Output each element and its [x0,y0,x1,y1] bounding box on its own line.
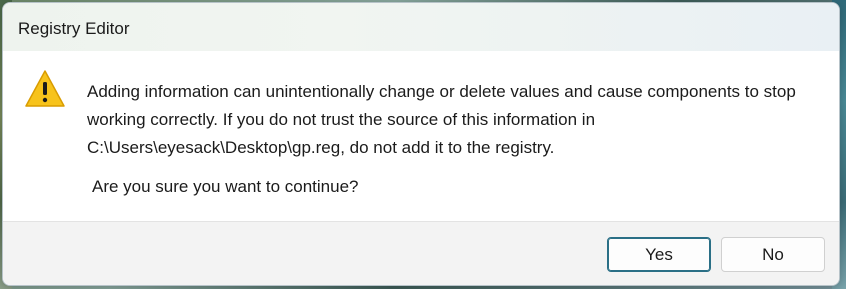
registry-editor-dialog: Registry Editor Adding information can u… [2,2,840,286]
title-bar[interactable]: Registry Editor [3,3,839,51]
confirmation-question: Are you sure you want to continue? [92,177,359,196]
no-button[interactable]: No [721,237,825,272]
warning-message: Adding information can unintentionally c… [87,82,796,157]
dialog-content: Adding information can unintentionally c… [3,51,839,221]
yes-button[interactable]: Yes [607,237,711,272]
warning-icon [24,69,66,109]
dialog-footer: Yes No [3,221,839,285]
dialog-title: Registry Editor [18,19,130,38]
